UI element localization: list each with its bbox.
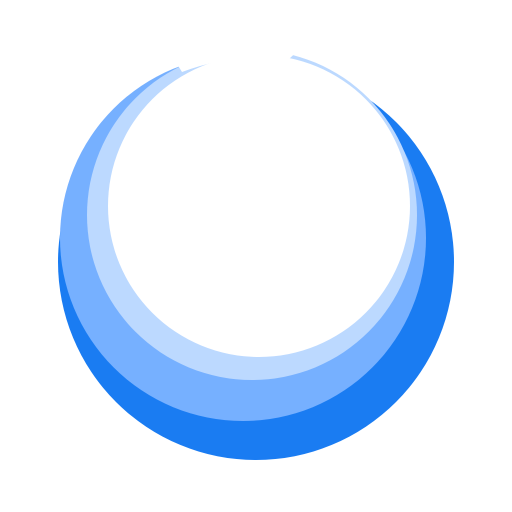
crescent-rings-logo-icon <box>58 20 454 460</box>
logo-core-disc <box>108 55 410 357</box>
logo-canvas <box>0 0 512 512</box>
